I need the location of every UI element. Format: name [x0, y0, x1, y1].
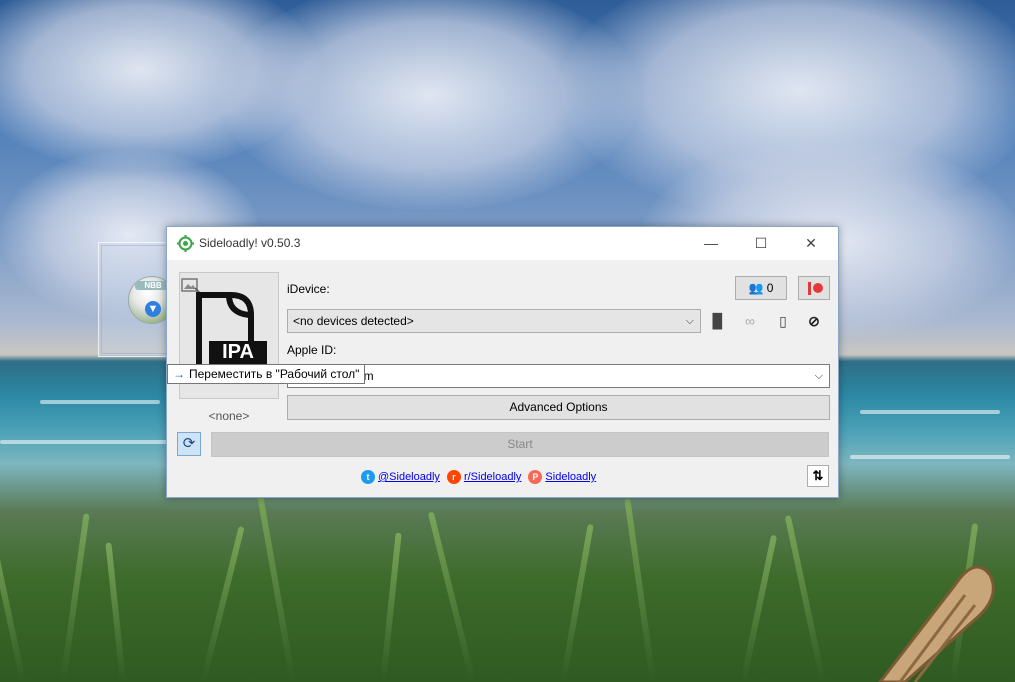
advanced-options-button[interactable]: Advanced Options: [287, 395, 830, 420]
drag-drop-tooltip: → Переместить в "Рабочий стол": [167, 364, 366, 384]
grass-blade: [560, 523, 594, 682]
chevron-down-icon: ⌵: [685, 315, 694, 327]
social-links: t @Sideloadly r r/Sideloadly P Sideloadl…: [361, 467, 600, 487]
ipa-none-label: <none>: [208, 409, 250, 423]
wave: [860, 410, 1000, 414]
ipa-file-label: IPA: [222, 341, 254, 363]
grass-blade: [380, 532, 402, 682]
grass-blade: [60, 513, 90, 682]
close-button[interactable]: ✕: [788, 227, 834, 260]
patreon-record-icon: [808, 282, 811, 295]
document-icon[interactable]: ▉: [707, 309, 729, 333]
patreon-dot: [813, 283, 823, 293]
paddle-image: [878, 565, 995, 682]
apple-id-field[interactable]: com ⌵: [287, 364, 830, 388]
grass-blade: [740, 534, 778, 682]
sort-icon[interactable]: ⇅: [807, 465, 829, 487]
grass-blade: [624, 498, 656, 682]
twitter-link[interactable]: @Sideloadly: [378, 471, 440, 483]
wave: [850, 455, 1010, 459]
reddit-icon: r: [446, 470, 461, 484]
grass-blade: [105, 542, 126, 682]
minimize-button[interactable]: —: [688, 227, 734, 260]
wave: [40, 400, 160, 404]
wave: [0, 440, 170, 444]
grass-blade: [784, 515, 826, 682]
chevron-down-icon: ⌵: [814, 370, 823, 382]
account-icon: 👥: [748, 281, 764, 295]
title-bar[interactable]: Sideloadly! v0.50.3 — ☐ ✕: [167, 227, 838, 260]
grass-blade: [427, 511, 476, 682]
patreon-link[interactable]: Sideloadly: [545, 471, 596, 483]
idevice-label: iDevice:: [287, 282, 330, 296]
start-button[interactable]: Start: [211, 432, 829, 457]
reddit-link[interactable]: r/Sideloadly: [464, 471, 521, 483]
sideloadly-window: Sideloadly! v0.50.3 — ☐ ✕ IPA <none> iDe…: [166, 226, 839, 498]
link-icon[interactable]: ∞: [739, 309, 761, 333]
device-dropdown[interactable]: <no devices detected> ⌵: [287, 309, 701, 333]
patreon-button[interactable]: [798, 276, 830, 300]
drag-tooltip-text: Переместить в "Рабочий стол": [189, 367, 360, 381]
account-count: 0: [766, 281, 774, 295]
maximize-button[interactable]: ☐: [738, 227, 784, 260]
download-arrow-icon: ▼: [145, 301, 161, 317]
refresh-icon[interactable]: ⟳: [177, 432, 201, 456]
sideloadly-gear-icon: [177, 235, 194, 252]
phone-icon[interactable]: ▯: [772, 309, 794, 333]
apple-id-label: Apple ID:: [287, 343, 337, 357]
device-selected: <no devices detected>: [293, 314, 414, 328]
grass-blade: [257, 494, 296, 682]
eye-slash-icon[interactable]: ⊘: [803, 309, 825, 333]
arrow-right-icon: →: [173, 367, 185, 381]
grass-blade: [0, 534, 26, 682]
account-button[interactable]: 👥 0: [735, 276, 787, 300]
patreon-icon: P: [528, 470, 543, 484]
grass-blade: [200, 526, 245, 682]
window-title: Sideloadly! v0.50.3: [199, 236, 301, 250]
twitter-icon: t: [361, 470, 375, 484]
